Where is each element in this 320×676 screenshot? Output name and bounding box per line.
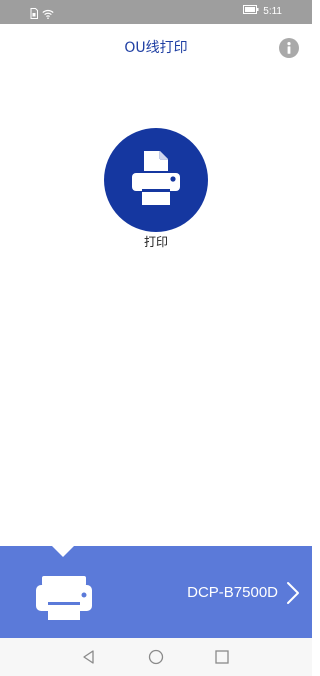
- info-button[interactable]: [279, 38, 299, 58]
- device-name: DCP-B7500D: [187, 584, 278, 601]
- sim-card-icon: [30, 4, 38, 23]
- printer-icon: [34, 576, 94, 624]
- recents-icon: [215, 650, 229, 664]
- nav-bar: [0, 638, 312, 676]
- chevron-right-icon: [286, 581, 300, 609]
- home-button[interactable]: [147, 648, 165, 666]
- status-bar: 5:11: [0, 0, 312, 24]
- print-button[interactable]: [104, 128, 208, 232]
- back-icon: [83, 650, 94, 664]
- device-bar[interactable]: DCP-B7500D: [0, 546, 312, 638]
- home-icon: [148, 649, 164, 665]
- status-right: 5:11: [243, 5, 282, 19]
- printer-icon: [132, 151, 180, 205]
- phone-screen: 5:11 OU线打印 打印 DCP-B7500D: [0, 0, 312, 676]
- page-title: OU线打印: [124, 40, 188, 56]
- wifi-icon: [42, 4, 54, 23]
- print-label: 打印: [143, 235, 168, 249]
- recents-button[interactable]: [213, 648, 231, 666]
- back-button[interactable]: [80, 648, 98, 666]
- status-left: [30, 4, 54, 23]
- app-header: OU线打印: [0, 24, 312, 72]
- status-time: 5:11: [263, 6, 282, 17]
- print-tile[interactable]: 打印: [104, 128, 208, 258]
- info-icon: [287, 42, 291, 54]
- device-bar-pointer: [52, 546, 74, 557]
- battery-icon: [243, 5, 259, 19]
